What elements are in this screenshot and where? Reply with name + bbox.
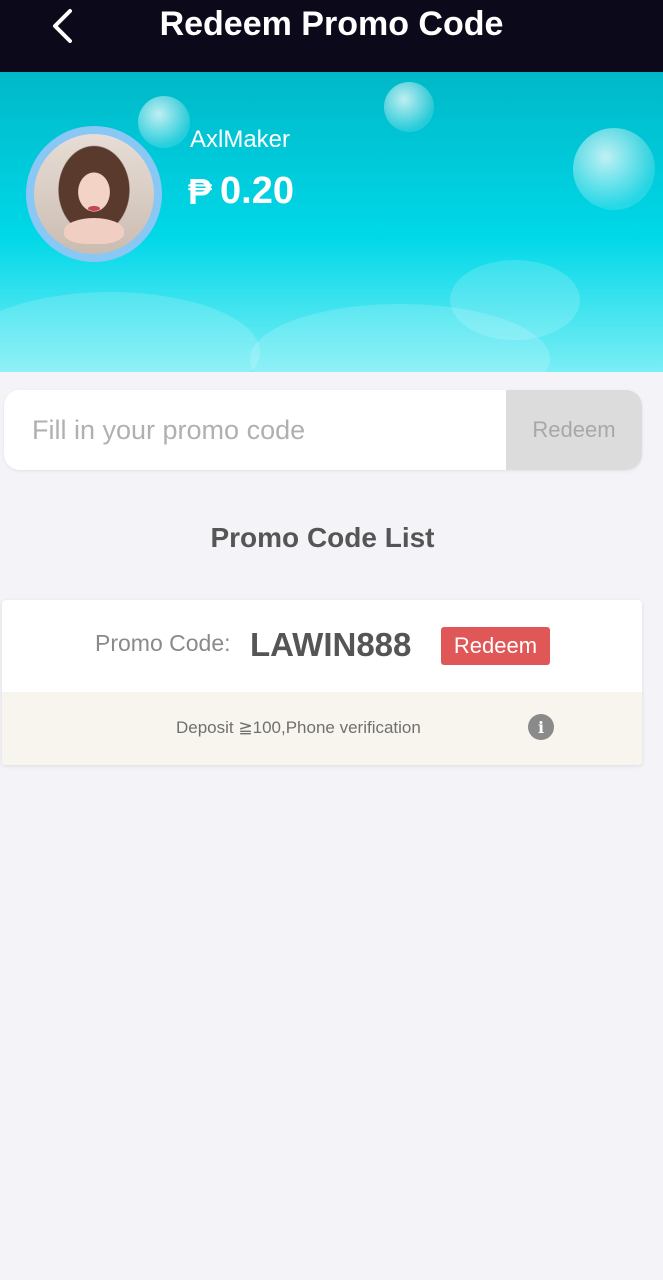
username: AxlMaker — [190, 126, 291, 153]
promo-code-label: Promo Code: — [95, 630, 231, 656]
profile-banner: AxlMaker ₱ 0.20 — [0, 72, 663, 372]
decorative-wave — [0, 292, 260, 372]
avatar[interactable] — [26, 126, 162, 262]
promo-list-title: Promo Code List — [210, 522, 435, 553]
promo-code-input[interactable] — [4, 390, 506, 470]
balance: ₱ 0.20 — [188, 170, 294, 213]
promo-card-footer: Deposit ≧100,Phone verification i — [2, 692, 642, 765]
promo-condition: Deposit ≧100,Phone verification — [176, 718, 421, 737]
promo-code-value: LAWIN888 — [250, 626, 412, 663]
top-bar: Redeem Promo Code — [0, 0, 663, 72]
info-icon[interactable]: i — [528, 714, 554, 740]
promo-card-header: Promo Code: LAWIN888 Redeem — [2, 600, 642, 692]
promo-redeem-button[interactable]: Redeem — [441, 627, 550, 665]
avatar-hands — [64, 218, 124, 244]
decorative-bubble — [384, 82, 434, 132]
avatar-image — [34, 134, 154, 254]
avatar-lips — [88, 206, 100, 211]
page-title: Redeem Promo Code — [159, 5, 504, 43]
balance-value: 0.20 — [220, 170, 294, 212]
promo-code-form: Redeem — [4, 390, 642, 470]
promo-code-card: Promo Code: LAWIN888 Redeem Deposit ≧100… — [2, 600, 642, 765]
redeem-button[interactable]: Redeem — [506, 390, 642, 470]
decorative-bubble — [573, 128, 655, 210]
peso-icon: ₱ — [188, 170, 213, 212]
decorative-bubble — [138, 96, 190, 148]
